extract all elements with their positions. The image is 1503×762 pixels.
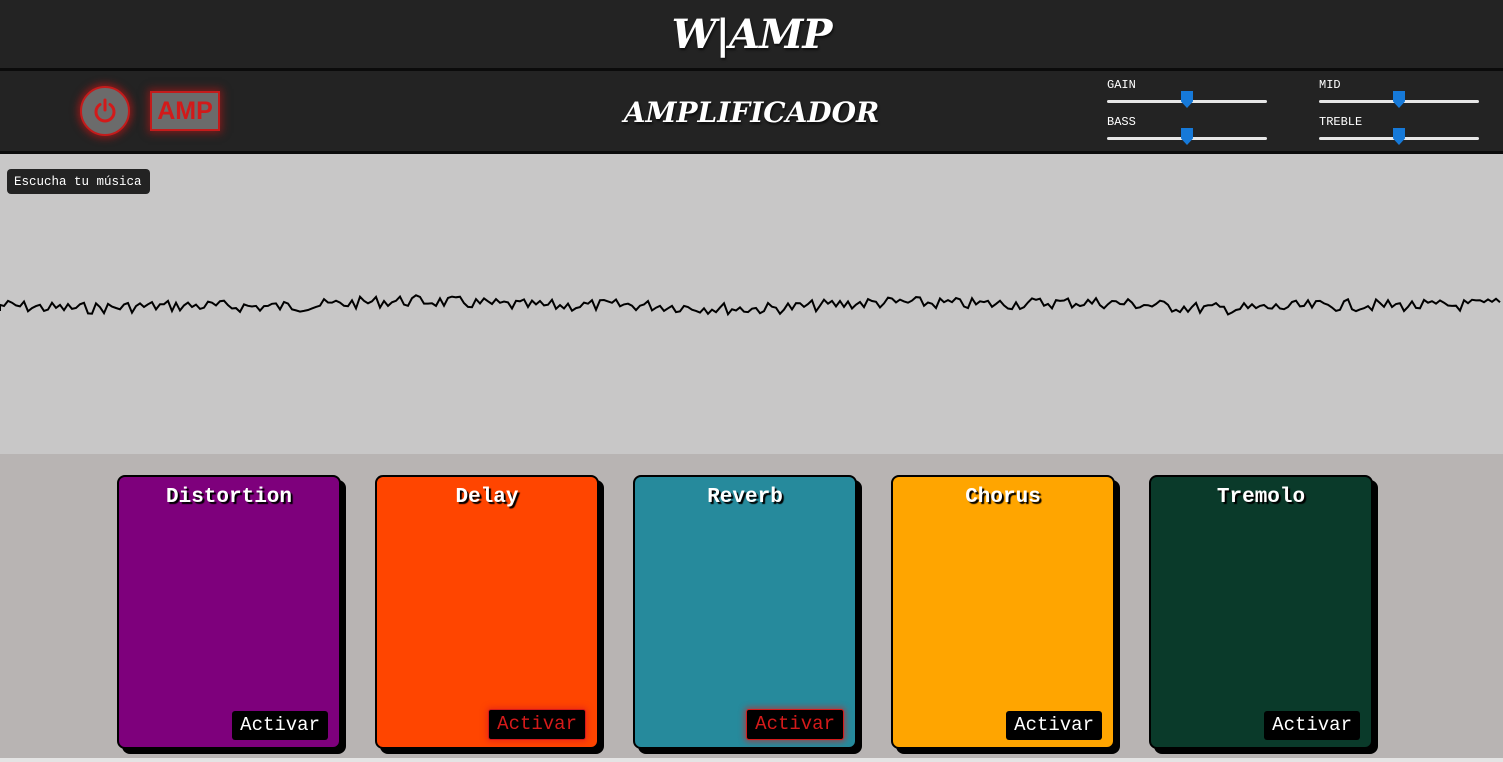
listen-music-button[interactable]: Escucha tu música: [7, 169, 150, 194]
activate-distortion-button[interactable]: Activar: [232, 711, 328, 740]
treble-slider-thumb[interactable]: [1393, 128, 1405, 145]
bass-slider[interactable]: [1107, 128, 1267, 145]
power-button[interactable]: [80, 86, 130, 136]
activate-chorus-button[interactable]: Activar: [1006, 711, 1102, 740]
activate-delay-button[interactable]: Activar: [488, 709, 586, 740]
pedal-reverb: Reverb Activar: [633, 475, 857, 749]
gain-slider-thumb[interactable]: [1181, 91, 1193, 108]
pedal-distortion: Distortion Activar: [117, 475, 341, 749]
audio-visualizer: Escucha tu música: [0, 154, 1503, 454]
gain-slider[interactable]: [1107, 91, 1267, 108]
pedal-name: Delay: [455, 486, 519, 509]
pedal-name: Reverb: [707, 486, 783, 509]
pedal-name: Distortion: [165, 486, 293, 509]
pedal-chorus: Chorus Activar: [891, 475, 1115, 749]
header-bar: W|AMP: [0, 0, 1503, 71]
pedal-name: Chorus: [965, 486, 1041, 509]
bass-label: BASS: [1107, 115, 1136, 129]
pedal-name: Tremolo: [1216, 486, 1306, 509]
waveform-line: [0, 294, 1501, 317]
mid-slider-thumb[interactable]: [1393, 91, 1405, 108]
mid-control: MID: [1319, 78, 1479, 108]
page-footer-strip: [0, 758, 1503, 762]
brand-title: W|AMP: [671, 10, 833, 58]
activate-tremolo-button[interactable]: Activar: [1264, 711, 1360, 740]
treble-slider[interactable]: [1319, 128, 1479, 145]
mid-label: MID: [1319, 78, 1341, 92]
treble-control: TREBLE: [1319, 115, 1479, 145]
bass-slider-thumb[interactable]: [1181, 128, 1193, 145]
mid-slider[interactable]: [1319, 91, 1479, 108]
waveform: [0, 294, 1501, 317]
activate-reverb-button[interactable]: Activar: [746, 709, 844, 740]
pedal-delay: Delay Activar: [375, 475, 599, 749]
amp-title: AMPLIFICADOR: [623, 96, 880, 129]
pedal-tremolo: Tremolo Activar: [1149, 475, 1373, 749]
power-icon: [94, 98, 116, 123]
amp-toggle-button[interactable]: AMP: [150, 91, 220, 131]
bass-control: BASS: [1107, 115, 1267, 145]
gain-control: GAIN: [1107, 78, 1267, 108]
treble-label: TREBLE: [1319, 115, 1363, 129]
amp-bar: AMP AMPLIFICADOR GAIN MID BASS TREBLE: [0, 71, 1503, 154]
gain-label: GAIN: [1107, 78, 1136, 92]
